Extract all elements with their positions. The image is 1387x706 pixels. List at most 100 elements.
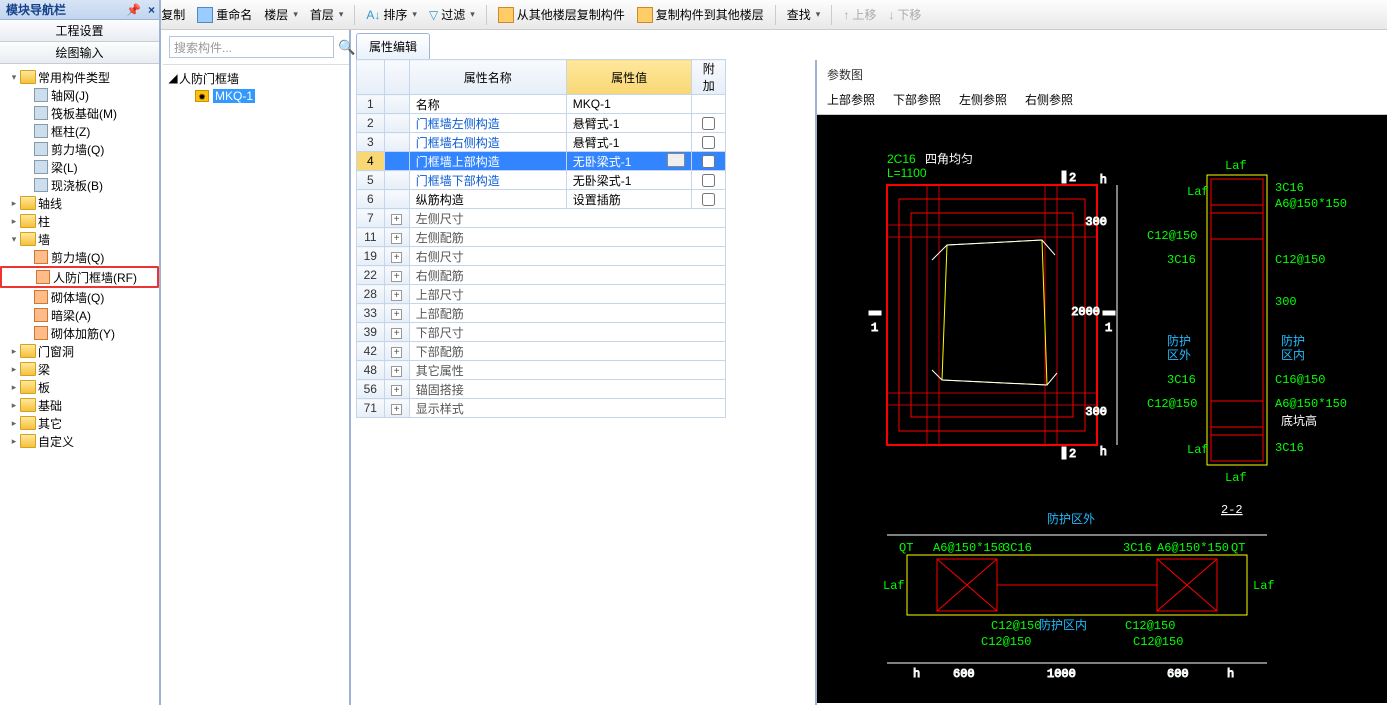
prop-row-group[interactable]: 28+上部尺寸: [357, 285, 726, 304]
prop-row-group[interactable]: 22+右侧配筋: [357, 266, 726, 285]
filter-button[interactable]: ▽过滤: [424, 4, 480, 25]
expand-icon[interactable]: +: [391, 347, 402, 358]
col-value[interactable]: 属性值: [566, 60, 692, 95]
pin-icon[interactable]: 📌: [126, 3, 141, 17]
tree-item[interactable]: ▸基础: [0, 396, 159, 414]
tree-item[interactable]: 砌体墙(Q): [0, 288, 159, 306]
prop-row[interactable]: 3门框墙右侧构造悬臂式-1: [357, 133, 726, 152]
expand-icon[interactable]: +: [391, 385, 402, 396]
ref-bottom[interactable]: 下部参照: [893, 91, 941, 108]
first-floor-button[interactable]: 首层: [305, 4, 349, 25]
component-root[interactable]: ◢人防门框墙: [167, 69, 345, 87]
prop-row[interactable]: 6纵筋构造设置插筋: [357, 190, 726, 209]
component-icon: ✹: [195, 90, 209, 102]
tab-draw-input[interactable]: 绘图输入: [0, 42, 159, 64]
col-rownum: [357, 60, 385, 95]
tree-item[interactable]: 人防门框墙(RF): [2, 268, 157, 286]
tree-item[interactable]: ▸轴线: [0, 194, 159, 212]
tree-item[interactable]: 剪力墙(Q): [0, 140, 159, 158]
ref-left[interactable]: 左侧参照: [959, 91, 1007, 108]
svg-text:3C16: 3C16: [1003, 541, 1032, 555]
prop-row[interactable]: 1名称MKQ-1: [357, 95, 726, 114]
cad-canvas[interactable]: 2 2 1 1 2C16 四角均匀 L=1100 h 300 2000 300 …: [817, 115, 1387, 703]
rename-button[interactable]: 重命名: [192, 4, 257, 25]
property-panel: 属性编辑 属性名称 属性值 附加 1名称MKQ-12门框墙左侧构造悬臂式-13门…: [353, 30, 813, 705]
expand-icon[interactable]: +: [391, 233, 402, 244]
cad-title: 参数图: [817, 60, 1387, 89]
expand-icon[interactable]: +: [391, 252, 402, 263]
search-input[interactable]: [169, 36, 334, 58]
down-button[interactable]: ↓ 下移: [883, 4, 926, 25]
svg-text:C12@150: C12@150: [1275, 253, 1325, 267]
component-item[interactable]: ✹MKQ-1: [167, 87, 345, 105]
nav-tree: ▾常用构件类型轴网(J)筏板基础(M)框柱(Z)剪力墙(Q)梁(L)现浇板(B)…: [0, 64, 159, 454]
tree-item[interactable]: ▸板: [0, 378, 159, 396]
expand-icon[interactable]: +: [391, 366, 402, 377]
svg-text:300: 300: [1275, 295, 1297, 309]
svg-text:C12@150: C12@150: [1133, 635, 1183, 649]
tree-item[interactable]: 现浇板(B): [0, 176, 159, 194]
svg-text:1: 1: [1105, 321, 1112, 335]
svg-text:2C16: 2C16: [887, 152, 916, 166]
tree-item[interactable]: ▾墙: [0, 230, 159, 248]
prop-row-group[interactable]: 42+下部配筋: [357, 342, 726, 361]
search-row: 🔍: [163, 30, 349, 65]
tree-item[interactable]: 暗梁(A): [0, 306, 159, 324]
tree-item[interactable]: ▸柱: [0, 212, 159, 230]
expand-icon[interactable]: +: [391, 290, 402, 301]
svg-text:QT: QT: [1231, 541, 1245, 555]
ref-top[interactable]: 上部参照: [827, 91, 875, 108]
svg-text:防护: 防护: [1281, 333, 1305, 349]
expand-icon[interactable]: +: [391, 328, 402, 339]
prop-row[interactable]: 4门框墙上部构造无卧梁式-1···: [357, 152, 726, 171]
prop-row[interactable]: 2门框墙左侧构造悬臂式-1: [357, 114, 726, 133]
browse-button[interactable]: ···: [667, 153, 685, 167]
tree-item[interactable]: 梁(L): [0, 158, 159, 176]
tree-item[interactable]: ▸其它: [0, 414, 159, 432]
tree-item[interactable]: 框柱(Z): [0, 122, 159, 140]
svg-text:防护区内: 防护区内: [1039, 617, 1087, 633]
svg-text:区内: 区内: [1281, 348, 1305, 363]
expand-icon[interactable]: +: [391, 214, 402, 225]
svg-text:300: 300: [1085, 215, 1107, 229]
svg-text:600: 600: [1167, 667, 1189, 681]
prop-row-group[interactable]: 33+上部配筋: [357, 304, 726, 323]
col-name[interactable]: 属性名称: [409, 60, 566, 95]
tree-item[interactable]: ▸门窗洞: [0, 342, 159, 360]
prop-row-group[interactable]: 11+左侧配筋: [357, 228, 726, 247]
tab-project-settings[interactable]: 工程设置: [0, 20, 159, 42]
svg-text:3C16: 3C16: [1167, 373, 1196, 387]
prop-row-group[interactable]: 39+下部尺寸: [357, 323, 726, 342]
tree-item[interactable]: 筏板基础(M): [0, 104, 159, 122]
tree-item[interactable]: 砌体加筋(Y): [0, 324, 159, 342]
expand-icon[interactable]: +: [391, 309, 402, 320]
tree-item[interactable]: ▸自定义: [0, 432, 159, 450]
floor-button[interactable]: 楼层: [259, 4, 303, 25]
up-button[interactable]: ↑ 上移: [838, 4, 881, 25]
prop-row-group[interactable]: 56+锚固搭接: [357, 380, 726, 399]
tree-item[interactable]: ▸梁: [0, 360, 159, 378]
prop-row-group[interactable]: 19+右侧尺寸: [357, 247, 726, 266]
copy-from-button[interactable]: 从其他楼层复制构件: [493, 4, 630, 25]
cad-refs: 上部参照 下部参照 左侧参照 右侧参照: [817, 89, 1387, 115]
svg-text:底坑高: 底坑高: [1281, 413, 1317, 429]
property-tab[interactable]: 属性编辑: [356, 33, 430, 59]
expand-icon[interactable]: +: [391, 271, 402, 282]
copy-to-button[interactable]: 复制构件到其他楼层: [632, 4, 769, 25]
prop-row[interactable]: 5门框墙下部构造无卧梁式-1: [357, 171, 726, 190]
prop-row-group[interactable]: 7+左侧尺寸: [357, 209, 726, 228]
svg-text:h: h: [1227, 667, 1234, 681]
prop-row-group[interactable]: 71+显示样式: [357, 399, 726, 418]
find-button[interactable]: 查找: [782, 4, 826, 25]
tree-item[interactable]: ▾常用构件类型: [0, 68, 159, 86]
ref-right[interactable]: 右侧参照: [1025, 91, 1073, 108]
expand-icon[interactable]: +: [391, 404, 402, 415]
tree-item[interactable]: 轴网(J): [0, 86, 159, 104]
nav-title: 模块导航栏 📌 ×: [0, 0, 159, 20]
prop-row-group[interactable]: 48+其它属性: [357, 361, 726, 380]
sort-button[interactable]: A↓排序: [361, 4, 422, 25]
col-add[interactable]: 附加: [692, 60, 726, 95]
svg-text:C12@150: C12@150: [1147, 229, 1197, 243]
close-icon[interactable]: ×: [148, 3, 155, 17]
tree-item[interactable]: 剪力墙(Q): [0, 248, 159, 266]
